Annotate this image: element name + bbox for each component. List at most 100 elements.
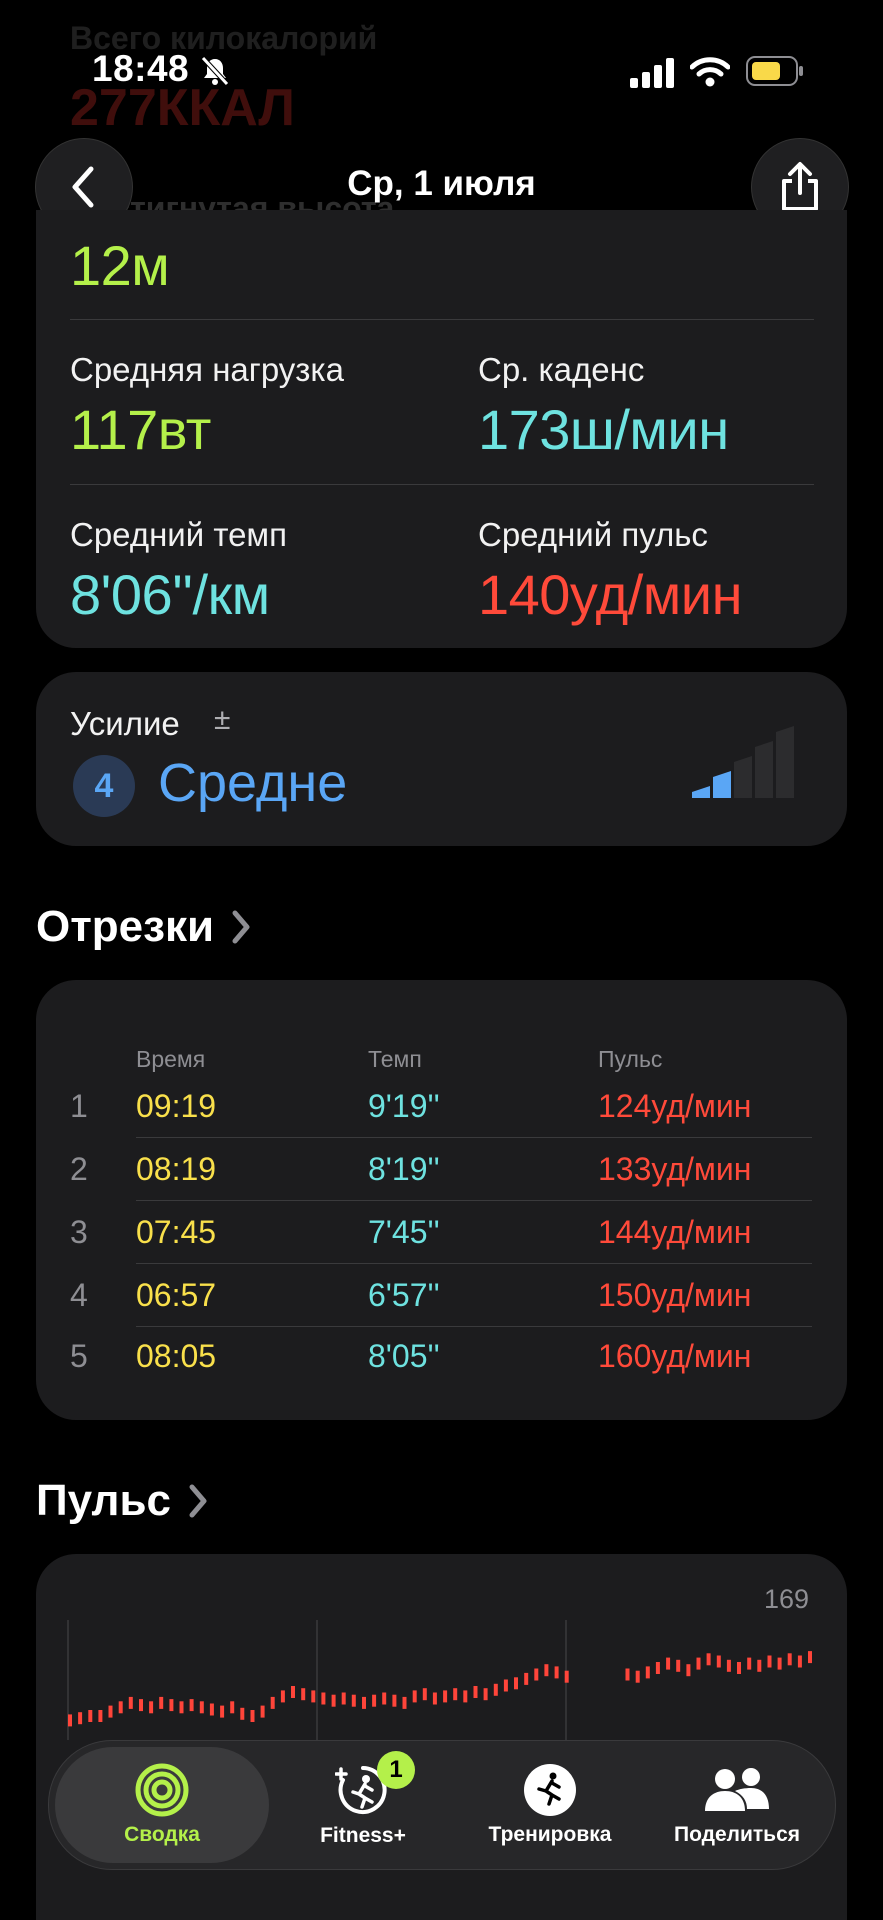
row-time: 08:05: [136, 1338, 217, 1374]
effort-bars-icon: [692, 726, 794, 798]
splits-title: Отрезки: [36, 902, 215, 951]
tab-label: Сводка: [124, 1823, 200, 1846]
hr-sample-mark: [767, 1655, 772, 1668]
hr-sample-mark: [260, 1705, 265, 1718]
row-index: 2: [70, 1151, 88, 1187]
hr-sample-mark: [250, 1710, 255, 1722]
activity-rings-icon: [135, 1763, 189, 1817]
hr-sample-mark: [169, 1699, 174, 1712]
row-hr: 144уд/мин: [598, 1214, 752, 1250]
hr-sample-mark: [179, 1701, 184, 1714]
effort-bar: [713, 771, 731, 798]
tab-fitness-plus[interactable]: Fitness+ 1: [279, 1741, 447, 1869]
hr-sample-mark: [483, 1688, 488, 1701]
hr-sample-mark: [757, 1659, 762, 1672]
power-value: 117вт: [70, 398, 211, 461]
hr-sample-mark: [351, 1694, 356, 1707]
row-time: 09:19: [136, 1088, 217, 1124]
hr-sample-mark: [432, 1692, 437, 1705]
table-row: 3 07:45 7'45'' 144уд/мин: [0, 1214, 883, 1264]
hr-sample-mark: [220, 1705, 225, 1718]
hr-sample-mark: [108, 1705, 113, 1718]
divider: [70, 484, 814, 485]
hr-sample-mark: [493, 1683, 498, 1696]
effort-label: Усилие: [70, 705, 180, 742]
heart-rate-chart: [67, 1620, 812, 1740]
hr-value: 140уд/мин: [478, 563, 743, 626]
table-row: 2 08:19 8'19'' 133уд/мин: [0, 1151, 883, 1201]
divider: [70, 319, 814, 320]
effort-level-badge: 4: [73, 755, 135, 817]
hr-sample-mark: [270, 1696, 275, 1709]
row-divider: [136, 1326, 812, 1327]
hr-sample-mark: [392, 1694, 397, 1707]
share-icon: [782, 162, 818, 211]
hr-sample-mark: [68, 1714, 72, 1727]
hr-sample-mark: [737, 1662, 741, 1674]
hr-sample-mark: [362, 1696, 366, 1709]
splits-header[interactable]: Отрезки: [36, 902, 252, 952]
effort-value: Средне: [158, 753, 348, 813]
hr-sample-mark: [412, 1690, 417, 1703]
row-index: 4: [70, 1277, 88, 1313]
hr-sample-mark: [311, 1690, 316, 1703]
hr-sample-mark: [98, 1710, 103, 1722]
tab-workout[interactable]: Тренировка: [459, 1741, 641, 1869]
signal-icon: [630, 58, 674, 88]
tab-label: Поделиться: [673, 1823, 801, 1846]
hr-sample-mark: [686, 1664, 691, 1677]
pace-value: 8'06''/км: [70, 563, 270, 626]
hr-sample-mark: [159, 1696, 164, 1709]
hr-sample-mark: [199, 1701, 204, 1714]
effort-bar: [776, 726, 794, 798]
hr-sample-mark: [696, 1657, 701, 1670]
hr-sample-mark: [341, 1692, 346, 1705]
hr-sample-mark: [291, 1686, 295, 1698]
hr-sample-mark: [808, 1651, 812, 1664]
tab-sharing[interactable]: Поделиться: [645, 1741, 829, 1869]
notification-badge: 1: [377, 1751, 415, 1789]
hr-sample-mark: [503, 1679, 508, 1692]
row-hr: 160уд/мин: [598, 1338, 752, 1374]
people-icon: [705, 1768, 769, 1811]
cadence-value: 173ш/мин: [478, 398, 729, 461]
plus-minus-icon: ±: [214, 703, 231, 736]
row-index: 1: [70, 1088, 88, 1124]
power-label: Средняя нагрузка: [70, 351, 344, 388]
hr-sample-mark: [554, 1666, 559, 1679]
hr-sample-mark: [635, 1670, 640, 1683]
hr-sample-mark: [321, 1692, 326, 1705]
row-time: 08:19: [136, 1151, 217, 1187]
cadence-label: Ср. каденс: [478, 351, 645, 388]
row-hr: 150уд/мин: [598, 1277, 752, 1313]
elevation-value: 12м: [70, 234, 170, 297]
hr-sample-mark: [676, 1659, 681, 1672]
row-index: 5: [70, 1338, 88, 1374]
hr-sample-mark: [209, 1703, 214, 1716]
table-row: 5 08:05 8'05'' 160уд/мин: [0, 1338, 883, 1388]
heart-rate-header[interactable]: Пульс: [36, 1476, 209, 1526]
hr-sample-mark: [777, 1657, 782, 1670]
bell-slash-icon: [201, 56, 229, 86]
running-figure-icon: [524, 1764, 576, 1816]
hr-sample-mark: [149, 1701, 154, 1714]
col-header-pace: Темп: [368, 1046, 422, 1072]
hr-sample-mark: [747, 1657, 752, 1670]
tab-label: Fitness+: [320, 1824, 406, 1847]
hr-sample-mark: [716, 1655, 721, 1668]
row-divider: [136, 1200, 812, 1201]
table-row: 1 09:19 9'19'' 124уд/мин: [0, 1088, 883, 1138]
tab-summary[interactable]: Сводка: [55, 1747, 269, 1863]
row-time: 07:45: [136, 1214, 217, 1250]
hr-sample-mark: [706, 1653, 711, 1666]
row-pace: 8'19'': [368, 1151, 440, 1187]
row-hr: 124уд/мин: [598, 1088, 752, 1124]
table-row: 4 06:57 6'57'' 150уд/мин: [0, 1277, 883, 1327]
effort-bar: [755, 741, 773, 798]
hr-sample-mark: [422, 1688, 427, 1701]
heart-rate-title: Пульс: [36, 1476, 171, 1525]
row-time: 06:57: [136, 1277, 217, 1313]
hr-sample-mark: [118, 1701, 123, 1714]
hr-sample-mark: [463, 1690, 468, 1703]
hr-sample-mark: [331, 1694, 336, 1707]
